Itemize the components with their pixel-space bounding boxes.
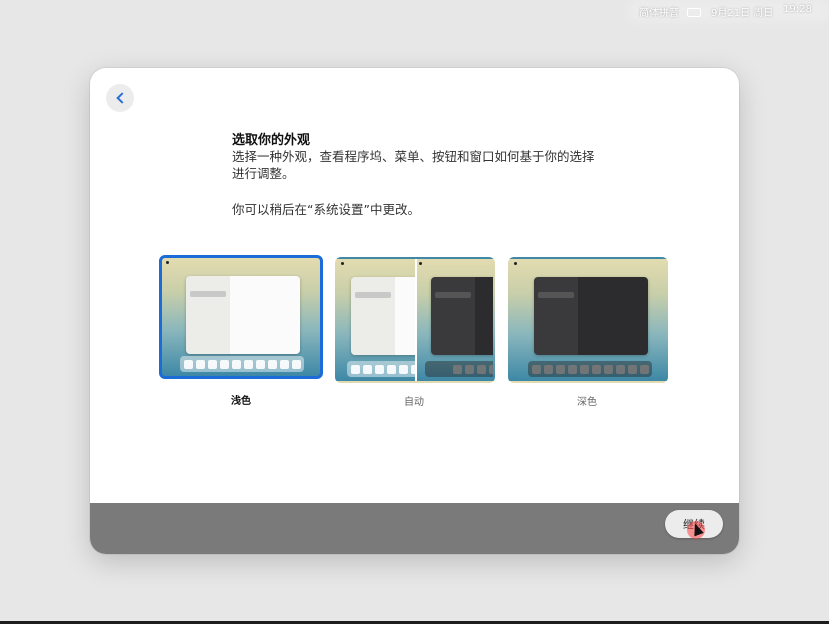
preview-dock (180, 356, 304, 372)
appearance-option-light[interactable]: 浅色 (159, 255, 323, 407)
menu-bar-dot (341, 262, 344, 265)
chevron-left-icon (115, 92, 128, 104)
preview-dock-dark (425, 361, 493, 377)
keyboard-icon[interactable] (687, 8, 701, 17)
settings-note: 你可以稍后在“系统设置”中更改。 (232, 202, 420, 217)
menu-bar-date[interactable]: 9月21日 周日 (711, 4, 773, 19)
menu-bar-dot (514, 262, 517, 265)
option-label-dark: 深色 (577, 397, 597, 408)
menu-bar-clock[interactable]: 19:28 (783, 4, 812, 15)
menu-bar-dot (166, 261, 169, 264)
dark-appearance-preview[interactable] (508, 257, 668, 383)
preview-dock (528, 361, 652, 377)
appearance-option-auto[interactable]: 自动 (335, 257, 495, 408)
appearance-option-dark[interactable]: 深色 (508, 257, 668, 408)
page-title: 选取你的外观 (232, 133, 311, 148)
option-label-auto: 自动 (404, 397, 424, 408)
menu-bar: 简体拼音 9月21日 周日 19:28 (629, 0, 829, 22)
option-label-light: 浅色 (231, 396, 251, 407)
input-method-indicator[interactable]: 简体拼音 (639, 4, 679, 19)
footer-bar: 继续 (90, 503, 739, 554)
auto-dark-half (415, 259, 493, 381)
preview-window (534, 277, 648, 355)
preview-window-dark (431, 277, 493, 355)
back-button[interactable] (106, 84, 134, 112)
preview-window (186, 276, 300, 354)
auto-appearance-preview[interactable] (335, 257, 495, 383)
setup-assistant-window: 选取你的外观 选择一种外观，查看程序坞、菜单、按钮和窗口如何基于你的选择进行调整… (90, 68, 739, 554)
light-appearance-preview[interactable] (159, 255, 323, 379)
page-description: 选择一种外观，查看程序坞、菜单、按钮和窗口如何基于你的选择进行调整。 (232, 149, 595, 181)
